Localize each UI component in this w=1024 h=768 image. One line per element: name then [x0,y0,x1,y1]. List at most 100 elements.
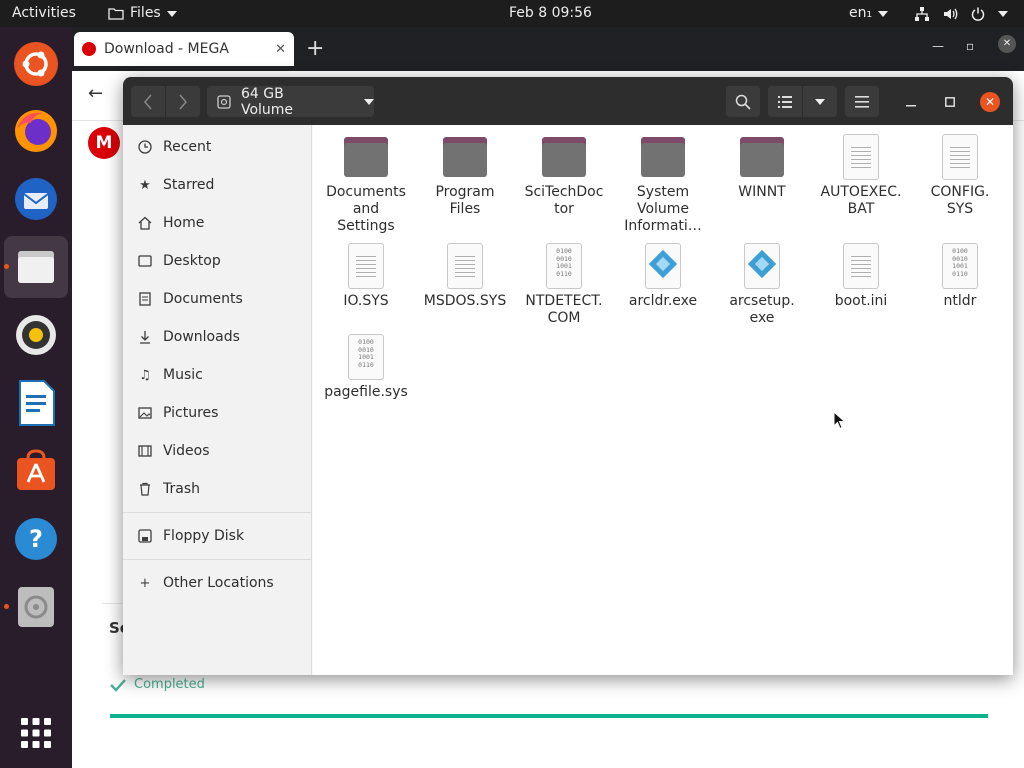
sidebar-item-music[interactable]: ♫ Music [123,356,312,394]
sidebar-item-documents[interactable]: Documents [123,280,312,318]
rhythmbox-icon [16,315,56,355]
browser-tab[interactable]: Download - MEGA ✕ [74,32,294,66]
network-icon [915,6,929,21]
writer-icon [19,380,55,426]
file-name-line: Volume [636,201,690,217]
dock-writer[interactable] [4,372,68,434]
dock-help[interactable]: ? [4,508,68,570]
pictures-icon [137,405,153,421]
sidebar-item-desktop[interactable]: Desktop [123,242,312,280]
sidebar-item-floppy-disk[interactable]: Floppy Disk [123,517,312,555]
file-name-line: NTDETECT. [525,293,603,309]
view-list-button[interactable] [768,86,802,117]
sidebar-item-starred[interactable]: ★ Starred [123,166,312,204]
tab-close-icon[interactable]: ✕ [275,42,286,57]
file-item[interactable]: arcsetup. exe [715,242,809,327]
file-item[interactable]: System Volume Informati… [616,133,710,235]
browser-close-button[interactable]: ✕ [998,35,1016,53]
file-name-line: Informati… [624,218,702,234]
desktop-icon [137,253,153,269]
view-options-button[interactable] [803,86,837,117]
file-item[interactable]: Documents and Settings [319,133,413,235]
file-item[interactable]: 0100 0010 1001 0110 pagefile.sys [319,333,413,401]
back-arrow-icon[interactable]: ← [88,83,103,104]
disc-icon [18,587,54,627]
file-item[interactable]: boot.ini [814,242,908,310]
file-item[interactable]: 0100 0010 1001 0110 NTDETECT. COM [517,242,611,327]
text-file-icon [441,242,489,290]
activities-button[interactable]: Activities [12,0,76,27]
file-name-line: MSDOS.SYS [423,293,507,309]
running-indicator [4,604,9,609]
clock[interactable]: Feb 8 09:56 [509,0,592,27]
system-tray[interactable] [914,0,1008,27]
menu-button[interactable] [845,86,879,117]
file-name-line: WINNT [738,184,786,200]
sidebar-item-label: Floppy Disk [163,528,245,544]
dock-ubuntu-software[interactable] [4,33,68,95]
file-item[interactable]: SciTechDoc tor [517,133,611,218]
file-item[interactable]: IO.SYS [319,242,413,310]
file-item[interactable]: WINNT [715,133,809,201]
sidebar-item-label: Other Locations [163,575,274,591]
maximize-button[interactable] [940,86,960,117]
app-menu-button[interactable]: Files [108,0,177,27]
status-text: Completed [134,677,205,692]
sidebar-item-trash[interactable]: Trash [123,470,312,508]
dock-files[interactable] [4,236,68,298]
app-name: Files [130,5,161,21]
language-indicator[interactable]: en₁ [849,0,889,27]
search-button[interactable] [726,86,760,117]
browser-maximize-button[interactable]: ▫ [966,39,974,53]
dock-app-center[interactable] [4,440,68,502]
file-name-line: Documents [326,184,406,200]
mega-logo-icon[interactable]: M [88,127,120,159]
sidebar-item-recent[interactable]: Recent [123,128,312,166]
location-path-button[interactable]: 64 GB Volume [207,86,374,118]
file-item[interactable]: Program Files [418,133,512,218]
close-button[interactable]: ✕ [980,86,1000,117]
file-name-line: IO.SYS [343,293,389,309]
sidebar-item-downloads[interactable]: Downloads [123,318,312,356]
dock-thunderbird[interactable] [4,168,68,230]
file-name-line: Settings [337,218,395,234]
dock-disc[interactable] [4,576,68,638]
back-button[interactable] [131,86,165,117]
file-item[interactable]: 0100 0010 1001 0110 ntldr [913,242,1007,310]
minimize-button[interactable] [901,86,921,117]
sidebar-item-label: Recent [163,139,212,155]
folder-icon [738,133,786,181]
dock-rhythmbox[interactable] [4,304,68,366]
dock-show-apps[interactable] [4,702,68,764]
folder-icon [108,8,124,20]
file-name-line: Files [449,201,481,217]
sidebar-item-label: Videos [163,443,210,459]
dock-firefox[interactable] [4,100,68,162]
executable-icon [639,242,687,290]
thunderbird-icon [15,178,57,220]
sidebar-item-videos[interactable]: Videos [123,432,312,470]
browser-minimize-button[interactable]: — [932,39,944,53]
floppy-icon [137,528,153,544]
file-item[interactable]: arcldr.exe [616,242,710,310]
new-tab-button[interactable]: + [306,36,324,61]
sidebar-item-pictures[interactable]: Pictures [123,394,312,432]
files-header-bar: 64 GB Volume ✕ [123,77,1013,125]
forward-button[interactable] [166,86,200,117]
ubuntu-software-icon [14,42,58,86]
folder-icon [441,133,489,181]
file-grid: Documents and Settings Program Files SciTechD… [313,125,1013,675]
file-name-line: SciTechDoc [524,184,604,200]
file-item[interactable]: MSDOS.SYS [418,242,512,310]
chevron-down-icon [998,10,1008,17]
maximize-icon [945,96,955,107]
sidebar-item-other-locations[interactable]: + Other Locations [123,564,312,602]
chevron-down-icon [815,98,825,105]
sidebar-item-home[interactable]: Home [123,204,312,242]
list-view-icon [778,95,792,108]
file-item[interactable]: CONFIG. SYS [913,133,1007,218]
file-item[interactable]: AUTOEXEC. BAT [814,133,908,218]
documents-icon [137,291,153,307]
sidebar-item-label: Downloads [163,329,240,345]
chevron-down-icon [364,98,374,105]
